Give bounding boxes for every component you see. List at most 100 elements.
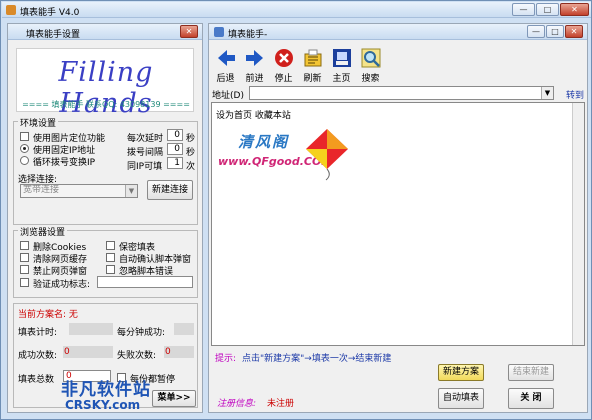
web-scrollbar[interactable] bbox=[572, 103, 584, 345]
tip-text: 点击"新建方案"→填表一次→结束新建 bbox=[242, 354, 392, 364]
env-group-label: 环境设置 bbox=[18, 116, 59, 129]
env-group: 环境设置 使用图片定位功能 使用固定IP地址 循环拨号变换IP 每次延时 0 秒… bbox=[13, 116, 198, 225]
back-icon bbox=[216, 48, 236, 68]
forward-label: 前进 bbox=[245, 74, 264, 84]
fill-time-value bbox=[69, 323, 113, 335]
back-button[interactable]: 后退 bbox=[212, 48, 239, 86]
delay-input[interactable]: 0 bbox=[167, 129, 183, 141]
maximize-button[interactable]: □ bbox=[536, 3, 559, 16]
stop-icon bbox=[274, 48, 294, 68]
same-ip-label: 同IP可填 bbox=[127, 162, 163, 172]
connection-select-value: 宽带连接 bbox=[23, 185, 60, 195]
settings-panel: 填表能手设置 ✕ Filling Hands ==== 填表能手 联系QQ: 4… bbox=[7, 23, 203, 413]
verify-checkbox[interactable] bbox=[20, 278, 29, 287]
fill-time-label: 填表计时: bbox=[18, 328, 58, 338]
browser-title-icon bbox=[214, 27, 224, 37]
block-popup-checkbox[interactable] bbox=[20, 265, 29, 274]
auto-fill-button[interactable]: 自动填表 bbox=[438, 388, 484, 409]
homepage-links[interactable]: 设为首页 收藏本站 bbox=[216, 108, 291, 121]
stop-button[interactable]: 停止 bbox=[270, 48, 297, 86]
success-count-label: 成功次数: bbox=[18, 351, 58, 361]
interval-label: 拨号间隔 bbox=[127, 148, 164, 158]
tip-label: 提示: bbox=[215, 354, 237, 364]
connection-select[interactable]: 宽带连接 ▼ bbox=[20, 184, 138, 198]
search-label: 搜索 bbox=[361, 74, 380, 84]
verify-label: 验证成功标志: bbox=[33, 280, 91, 290]
verify-input[interactable] bbox=[97, 276, 193, 288]
address-input[interactable]: ▼ bbox=[249, 86, 554, 100]
browser-titlebar: 填表能手- — □ ✕ bbox=[209, 24, 587, 40]
image-locate-checkbox[interactable] bbox=[20, 132, 29, 141]
watermark-title: 清风阁 bbox=[238, 133, 290, 151]
settings-close-button[interactable]: ✕ bbox=[180, 25, 198, 38]
cycle-dial-radio[interactable] bbox=[20, 156, 29, 165]
minimize-button[interactable]: — bbox=[512, 3, 535, 16]
registration-value: 未注册 bbox=[267, 399, 295, 409]
browser-minimize-button[interactable]: — bbox=[527, 25, 545, 38]
del-cookies-checkbox[interactable] bbox=[20, 241, 29, 250]
refresh-label: 刷新 bbox=[303, 74, 322, 84]
browser-maximize-button[interactable]: □ bbox=[546, 25, 564, 38]
same-ip-unit: 次 bbox=[186, 162, 196, 172]
browser-panel: 填表能手- — □ ✕ 后退 前进 停止 刷新 主页 搜索 地址(D) ▼ 转到… bbox=[208, 23, 588, 413]
home-icon bbox=[332, 48, 352, 68]
web-view: 设为首页 收藏本站 清风阁 www.QFgood.COM bbox=[211, 102, 585, 346]
window-title: 填表能手 V4.0 bbox=[20, 8, 80, 18]
forward-icon bbox=[245, 48, 265, 68]
address-dropdown-icon[interactable]: ▼ bbox=[541, 87, 553, 99]
home-label: 主页 bbox=[332, 74, 351, 84]
close-button[interactable]: ✕ bbox=[560, 3, 589, 16]
delay-unit: 秒 bbox=[186, 134, 196, 144]
kite-icon bbox=[306, 129, 348, 181]
interval-unit: 秒 bbox=[186, 148, 196, 158]
interval-input[interactable]: 0 bbox=[167, 143, 183, 155]
clear-cache-checkbox[interactable] bbox=[20, 253, 29, 262]
window-titlebar: 填表能手 V4.0 — □ ✕ bbox=[2, 2, 591, 18]
registration-label: 注册信息: bbox=[217, 399, 257, 409]
per-minute-value bbox=[174, 323, 194, 335]
stop-label: 停止 bbox=[274, 74, 293, 84]
search-button[interactable]: 搜索 bbox=[357, 48, 384, 86]
end-new-button[interactable]: 结束新建 bbox=[508, 364, 554, 381]
fixed-ip-radio[interactable] bbox=[20, 144, 29, 153]
search-icon bbox=[361, 48, 381, 68]
address-label: 地址(D) bbox=[212, 91, 244, 101]
fail-count-value: 0 bbox=[164, 346, 194, 358]
fail-count-text: 0 bbox=[165, 347, 171, 357]
forward-button[interactable]: 前进 bbox=[241, 48, 268, 86]
success-count-text: 0 bbox=[64, 347, 70, 357]
settings-titlebar: 填表能手设置 ✕ bbox=[8, 24, 202, 40]
site-watermark: 非凡软件站 CRSKY.com bbox=[41, 375, 191, 419]
browser-title: 填表能手- bbox=[228, 30, 268, 40]
chevron-down-icon: ▼ bbox=[125, 185, 137, 197]
auto-confirm-checkbox[interactable] bbox=[106, 253, 115, 262]
logo-banner: Filling Hands ==== 填表能手 联系QQ: 43098139 =… bbox=[16, 48, 194, 119]
keep-fill-checkbox[interactable] bbox=[106, 241, 115, 250]
per-minute-label: 每分钟成功: bbox=[117, 328, 166, 338]
refresh-icon bbox=[303, 48, 323, 68]
watermark-logo: 清风阁 www.QFgood.COM bbox=[216, 127, 356, 185]
browser-group-label: 浏览器设置 bbox=[18, 225, 68, 238]
go-link[interactable]: 转到 bbox=[566, 88, 584, 101]
new-connection-button[interactable]: 新建连接 bbox=[147, 180, 193, 200]
cycle-dial-label: 循环拨号变换IP bbox=[33, 158, 96, 168]
browser-close-button[interactable]: ✕ bbox=[565, 25, 583, 38]
site-name: 非凡软件站 bbox=[61, 380, 151, 400]
site-url: CRSKY.com bbox=[65, 398, 141, 412]
success-count-value: 0 bbox=[63, 346, 113, 358]
fail-count-label: 失败次数: bbox=[117, 351, 157, 361]
ignore-error-checkbox[interactable] bbox=[106, 265, 115, 274]
settings-title: 填表能手设置 bbox=[26, 30, 81, 40]
app-window: 填表能手 V4.0 — □ ✕ 填表能手设置 ✕ Filling Hands =… bbox=[0, 0, 592, 420]
same-ip-input[interactable]: 1 bbox=[167, 157, 183, 169]
block-popup-label: 禁止网页弹窗 bbox=[33, 267, 88, 277]
logo-subtitle: ==== 填表能手 联系QQ: 43098139 ==== bbox=[22, 100, 190, 109]
home-button[interactable]: 主页 bbox=[328, 48, 355, 86]
app-icon bbox=[6, 5, 16, 15]
refresh-button[interactable]: 刷新 bbox=[299, 48, 326, 86]
new-scheme-button[interactable]: 新建方案 bbox=[438, 364, 484, 381]
current-scheme-label: 当前方案名: 无 bbox=[18, 310, 78, 320]
close-dialog-button[interactable]: 关 闭 bbox=[508, 388, 554, 409]
back-label: 后退 bbox=[216, 74, 235, 84]
delay-label: 每次延时 bbox=[127, 134, 164, 144]
